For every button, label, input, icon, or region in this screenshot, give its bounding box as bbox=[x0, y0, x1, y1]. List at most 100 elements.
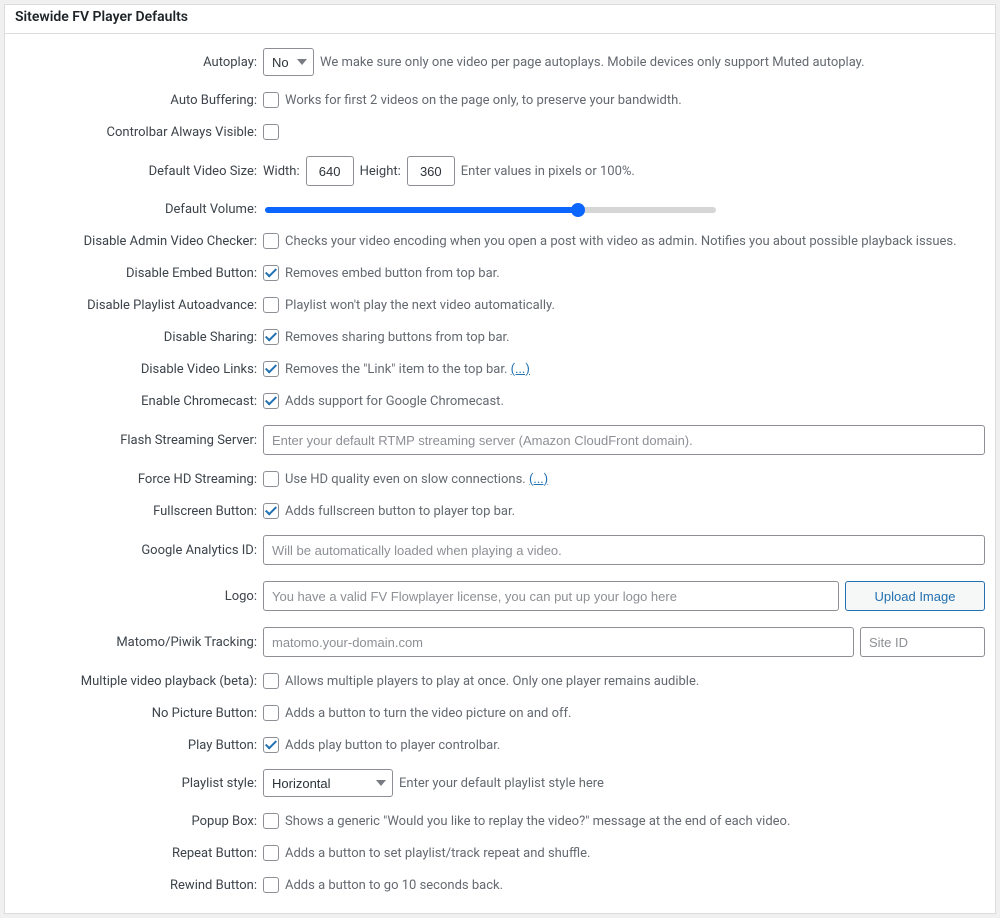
row-default-video-size: Default Video Size: Width: Height: Enter… bbox=[15, 156, 985, 186]
row-disable-admin-checker: Disable Admin Video Checker: Checks your… bbox=[15, 233, 985, 249]
row-flash-streaming-server: Flash Streaming Server: bbox=[15, 425, 985, 455]
label-multiple-playback: Multiple video playback (beta): bbox=[15, 674, 263, 689]
fullscreen-button-checkbox[interactable] bbox=[263, 503, 279, 519]
label-matomo: Matomo/Piwik Tracking: bbox=[15, 635, 263, 650]
row-playlist-style: Playlist style: Horizontal Enter your de… bbox=[15, 769, 985, 797]
panel-header: Sitewide FV Player Defaults bbox=[5, 5, 995, 33]
label-no-picture-button: No Picture Button: bbox=[15, 706, 263, 721]
label-flash-streaming-server: Flash Streaming Server: bbox=[15, 433, 263, 448]
row-disable-embed: Disable Embed Button: Removes embed butt… bbox=[15, 265, 985, 281]
row-play-button: Play Button: Adds play button to player … bbox=[15, 737, 985, 753]
upload-image-button[interactable]: Upload Image bbox=[845, 581, 985, 611]
play-button-desc: Adds play button to player controlbar. bbox=[285, 738, 500, 753]
panel-title: Sitewide FV Player Defaults bbox=[15, 9, 188, 25]
label-playlist-style: Playlist style: bbox=[15, 776, 263, 791]
label-logo: Logo: bbox=[15, 589, 263, 604]
panel-body: Autoplay: No We make sure only one video… bbox=[5, 33, 995, 913]
disable-playlist-autoadvance-checkbox[interactable] bbox=[263, 297, 279, 313]
label-fullscreen-button: Fullscreen Button: bbox=[15, 504, 263, 519]
disable-admin-checker-desc: Checks your video encoding when you open… bbox=[285, 234, 957, 249]
matomo-siteid-input[interactable] bbox=[860, 627, 985, 657]
row-repeat-button: Repeat Button: Adds a button to set play… bbox=[15, 845, 985, 861]
autoplay-select[interactable]: No bbox=[263, 48, 314, 76]
enable-chromecast-checkbox[interactable] bbox=[263, 393, 279, 409]
row-popup-box: Popup Box: Shows a generic "Would you li… bbox=[15, 813, 985, 829]
label-disable-admin-checker: Disable Admin Video Checker: bbox=[15, 234, 263, 249]
autoplay-desc: We make sure only one video per page aut… bbox=[320, 55, 865, 70]
no-picture-button-desc: Adds a button to turn the video picture … bbox=[285, 706, 571, 721]
height-label: Height: bbox=[360, 164, 401, 179]
disable-admin-checker-checkbox[interactable] bbox=[263, 233, 279, 249]
row-multiple-playback: Multiple video playback (beta): Allows m… bbox=[15, 673, 985, 689]
force-hd-desc: Use HD quality even on slow connections. bbox=[285, 472, 529, 487]
google-analytics-input[interactable] bbox=[263, 535, 985, 565]
disable-video-links-checkbox[interactable] bbox=[263, 361, 279, 377]
play-button-checkbox[interactable] bbox=[263, 737, 279, 753]
width-label: Width: bbox=[263, 164, 300, 179]
repeat-button-checkbox[interactable] bbox=[263, 845, 279, 861]
label-controlbar-visible: Controlbar Always Visible: bbox=[15, 125, 263, 140]
multiple-playback-desc: Allows multiple players to play at once.… bbox=[285, 674, 699, 689]
label-default-volume: Default Volume: bbox=[15, 202, 263, 217]
row-disable-playlist-autoadvance: Disable Playlist Autoadvance: Playlist w… bbox=[15, 297, 985, 313]
width-input[interactable] bbox=[306, 156, 354, 186]
row-default-volume: Default Volume: bbox=[15, 202, 985, 217]
label-rewind-button: Rewind Button: bbox=[15, 878, 263, 893]
playlist-style-select[interactable]: Horizontal bbox=[263, 769, 393, 797]
row-matomo: Matomo/Piwik Tracking: bbox=[15, 627, 985, 657]
controlbar-visible-checkbox[interactable] bbox=[263, 124, 279, 140]
label-play-button: Play Button: bbox=[15, 738, 263, 753]
label-google-analytics: Google Analytics ID: bbox=[15, 543, 263, 558]
rewind-button-desc: Adds a button to go 10 seconds back. bbox=[285, 878, 503, 893]
auto-buffering-desc: Works for first 2 videos on the page onl… bbox=[285, 93, 682, 108]
no-picture-button-checkbox[interactable] bbox=[263, 705, 279, 721]
auto-buffering-checkbox[interactable] bbox=[263, 92, 279, 108]
label-default-video-size: Default Video Size: bbox=[15, 164, 263, 179]
disable-embed-checkbox[interactable] bbox=[263, 265, 279, 281]
disable-sharing-checkbox[interactable] bbox=[263, 329, 279, 345]
row-fullscreen-button: Fullscreen Button: Adds fullscreen butto… bbox=[15, 503, 985, 519]
label-popup-box: Popup Box: bbox=[15, 814, 263, 829]
label-autoplay: Autoplay: bbox=[15, 55, 263, 70]
force-hd-checkbox[interactable] bbox=[263, 471, 279, 487]
row-force-hd: Force HD Streaming: Use HD quality even … bbox=[15, 471, 985, 487]
volume-slider[interactable] bbox=[265, 207, 716, 213]
row-enable-chromecast: Enable Chromecast: Adds support for Goog… bbox=[15, 393, 985, 409]
label-auto-buffering: Auto Buffering: bbox=[15, 93, 263, 108]
row-autoplay: Autoplay: No We make sure only one video… bbox=[15, 48, 985, 76]
rewind-button-checkbox[interactable] bbox=[263, 877, 279, 893]
matomo-domain-input[interactable] bbox=[263, 627, 854, 657]
row-auto-buffering: Auto Buffering: Works for first 2 videos… bbox=[15, 92, 985, 108]
fullscreen-button-desc: Adds fullscreen button to player top bar… bbox=[285, 504, 515, 519]
disable-video-links-help-link[interactable]: (...) bbox=[511, 362, 530, 377]
settings-panel: Sitewide FV Player Defaults Autoplay: No… bbox=[4, 4, 996, 914]
repeat-button-desc: Adds a button to set playlist/track repe… bbox=[285, 846, 590, 861]
disable-video-links-desc: Removes the "Link" item to the top bar. bbox=[285, 362, 511, 377]
label-force-hd: Force HD Streaming: bbox=[15, 472, 263, 487]
label-disable-playlist-autoadvance: Disable Playlist Autoadvance: bbox=[15, 298, 263, 313]
label-disable-video-links: Disable Video Links: bbox=[15, 362, 263, 377]
enable-chromecast-desc: Adds support for Google Chromecast. bbox=[285, 394, 504, 409]
height-input[interactable] bbox=[407, 156, 455, 186]
row-controlbar-visible: Controlbar Always Visible: bbox=[15, 124, 985, 140]
popup-box-checkbox[interactable] bbox=[263, 813, 279, 829]
multiple-playback-checkbox[interactable] bbox=[263, 673, 279, 689]
row-rewind-button: Rewind Button: Adds a button to go 10 se… bbox=[15, 877, 985, 893]
row-google-analytics: Google Analytics ID: bbox=[15, 535, 985, 565]
flash-streaming-server-input[interactable] bbox=[263, 425, 985, 455]
video-size-desc: Enter values in pixels or 100%. bbox=[461, 164, 635, 179]
label-disable-embed: Disable Embed Button: bbox=[15, 266, 263, 281]
row-disable-sharing: Disable Sharing: Removes sharing buttons… bbox=[15, 329, 985, 345]
disable-sharing-desc: Removes sharing buttons from top bar. bbox=[285, 330, 510, 345]
row-logo: Logo: Upload Image bbox=[15, 581, 985, 611]
playlist-style-desc: Enter your default playlist style here bbox=[399, 776, 604, 791]
logo-input[interactable] bbox=[263, 581, 839, 611]
force-hd-help-link[interactable]: (...) bbox=[529, 472, 548, 487]
disable-embed-desc: Removes embed button from top bar. bbox=[285, 266, 500, 281]
label-repeat-button: Repeat Button: bbox=[15, 846, 263, 861]
label-disable-sharing: Disable Sharing: bbox=[15, 330, 263, 345]
disable-playlist-autoadvance-desc: Playlist won't play the next video autom… bbox=[285, 298, 555, 313]
row-disable-video-links: Disable Video Links: Removes the "Link" … bbox=[15, 361, 985, 377]
popup-box-desc: Shows a generic "Would you like to repla… bbox=[285, 814, 790, 829]
row-no-picture-button: No Picture Button: Adds a button to turn… bbox=[15, 705, 985, 721]
